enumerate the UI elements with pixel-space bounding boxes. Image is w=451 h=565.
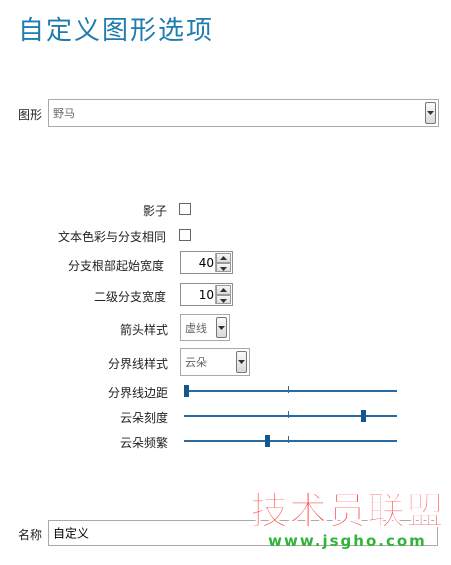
slider-thumb[interactable] xyxy=(184,385,189,397)
cloud-freq-label: 云朵频繁 xyxy=(120,436,169,450)
second-level-width-value: 10 xyxy=(198,287,214,302)
chevron-down-icon[interactable] xyxy=(425,102,436,124)
slider-tick xyxy=(288,386,289,393)
shape-select[interactable]: 野马 xyxy=(48,99,439,127)
chevron-down-icon[interactable] xyxy=(236,351,247,373)
branch-root-width-label: 分支根部起始宽度 xyxy=(68,259,165,273)
shape-select-value: 野马 xyxy=(53,107,75,120)
second-level-width-stepper[interactable]: 10 xyxy=(180,283,233,306)
slider-tick xyxy=(288,436,289,443)
text-color-checkbox[interactable] xyxy=(179,229,191,241)
name-input-value: 自定义 xyxy=(53,526,90,541)
cloud-scale-slider[interactable] xyxy=(184,409,397,423)
shape-label: 图形 xyxy=(18,108,43,122)
stepper-down-button[interactable] xyxy=(216,262,231,272)
slider-track xyxy=(184,440,397,442)
slider-thumb[interactable] xyxy=(361,410,366,422)
watermark-url: www.jsgho.com xyxy=(268,532,427,550)
cloud-freq-slider[interactable] xyxy=(184,434,397,448)
watermark-title: 技术员联盟 xyxy=(249,489,445,533)
stepper-down-button[interactable] xyxy=(216,294,231,304)
shadow-checkbox[interactable] xyxy=(179,203,191,215)
slider-thumb[interactable] xyxy=(265,435,270,447)
cloud-scale-label: 云朵刻度 xyxy=(120,411,169,425)
arrow-style-select[interactable]: 虚线 xyxy=(180,314,230,341)
boundary-style-select[interactable]: 云朵 xyxy=(180,348,250,376)
boundary-margin-label: 分界线边距 xyxy=(108,386,169,400)
stepper-up-button[interactable] xyxy=(216,253,231,263)
slider-track xyxy=(184,390,397,392)
arrow-style-value: 虚线 xyxy=(185,321,207,335)
chevron-down-icon[interactable] xyxy=(216,317,227,338)
stepper-up-button[interactable] xyxy=(216,285,231,295)
name-label: 名称 xyxy=(18,528,43,542)
boundary-margin-slider[interactable] xyxy=(184,384,397,398)
boundary-style-value: 云朵 xyxy=(185,356,207,369)
slider-tick xyxy=(288,411,289,418)
text-color-label: 文本色彩与分支相同 xyxy=(58,230,167,244)
arrow-style-label: 箭头样式 xyxy=(120,323,169,337)
watermark: 技术员联盟 www.jsgho.com xyxy=(249,489,445,551)
branch-root-width-value: 40 xyxy=(198,255,214,270)
page-title: 自定义图形选项 xyxy=(18,16,215,46)
shadow-label: 影子 xyxy=(143,204,168,218)
second-level-width-label: 二级分支宽度 xyxy=(94,290,167,304)
boundary-style-label: 分界线样式 xyxy=(108,357,169,371)
branch-root-width-stepper[interactable]: 40 xyxy=(180,251,233,274)
